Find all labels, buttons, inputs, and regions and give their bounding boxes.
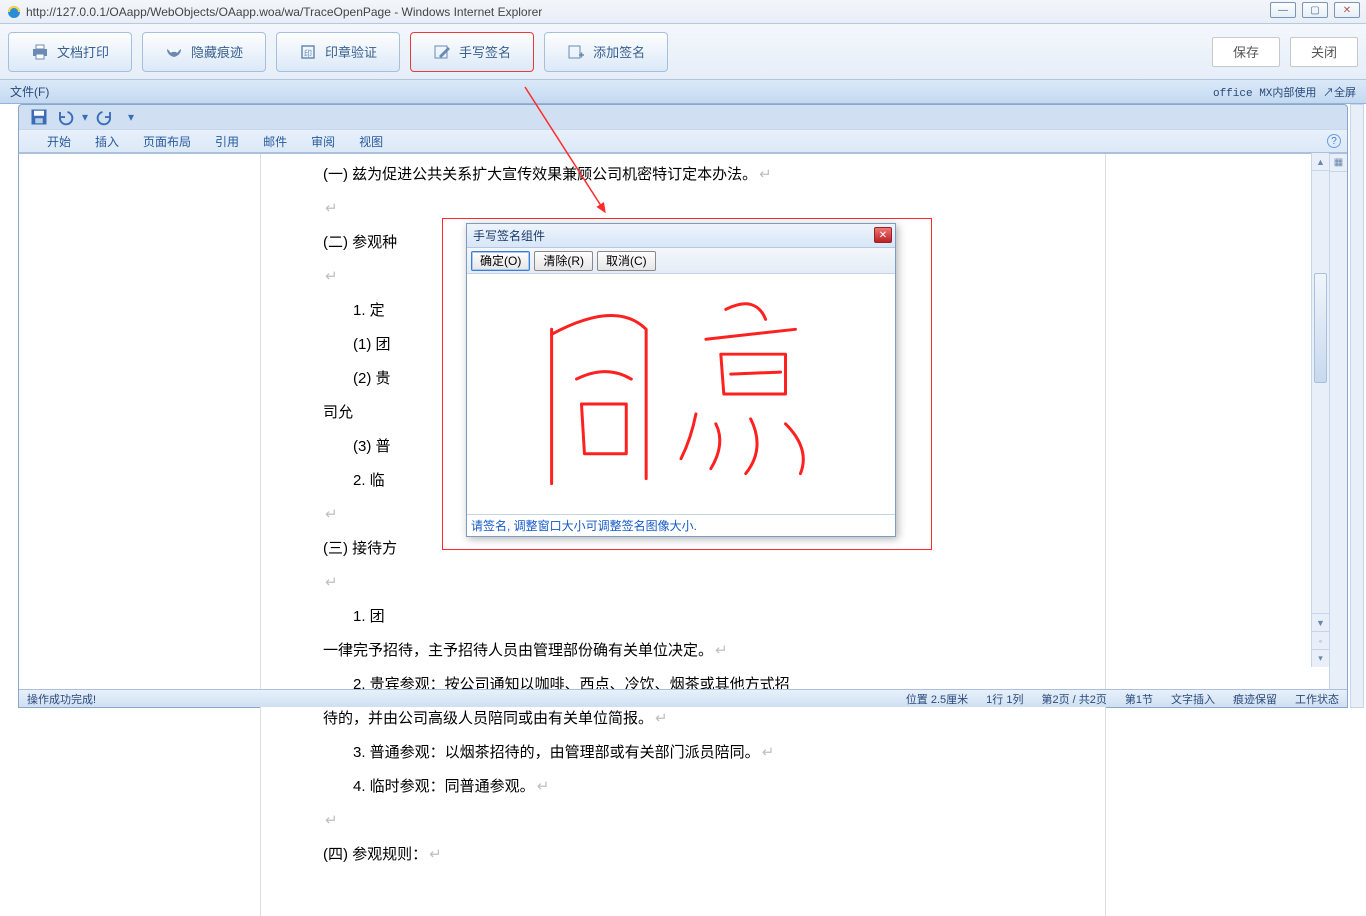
page-up-icon[interactable]: ◦ xyxy=(1312,631,1329,649)
ribbon-tab-review[interactable]: 审阅 xyxy=(299,130,347,152)
doc-line: (2) 贵 xyxy=(353,370,391,387)
ribbon-tab-home[interactable]: 开始 xyxy=(35,130,83,152)
add-sign-icon xyxy=(567,43,585,61)
hide-trace-button[interactable]: 隐藏痕迹 xyxy=(142,32,266,72)
ie-icon xyxy=(6,4,22,20)
doc-line: 司允 xyxy=(323,404,353,421)
redo-icon[interactable] xyxy=(95,108,115,126)
handwrite-dialog: 手写签名组件 ✕ 确定(O) 清除(R) 取消(C) xyxy=(466,223,896,537)
file-menu[interactable]: 文件(F) xyxy=(10,83,49,100)
doc-line: 1. 定 xyxy=(353,302,385,319)
close-button[interactable]: 关闭 xyxy=(1290,37,1358,67)
seal-icon: 印 xyxy=(299,43,317,61)
scroll-thumb[interactable] xyxy=(1314,273,1327,383)
doc-line: (1) 团 xyxy=(353,336,391,353)
ribbon-tab-insert[interactable]: 插入 xyxy=(83,130,131,152)
handwrite-sign-label: 手写签名 xyxy=(459,42,511,61)
dialog-ok-button[interactable]: 确定(O) xyxy=(471,251,530,271)
qat-overflow-icon[interactable]: ▾ xyxy=(121,108,141,126)
doc-line: (四) 参观规则： xyxy=(323,846,427,863)
doc-line: (三) 接待方 xyxy=(323,540,397,557)
ribbon-tab-layout[interactable]: 页面布局 xyxy=(131,130,203,152)
save-button[interactable]: 保存 xyxy=(1212,37,1280,67)
help-icon[interactable]: ? xyxy=(1327,134,1341,148)
dialog-clear-button[interactable]: 清除(R) xyxy=(534,251,593,271)
page-down-icon[interactable]: ▾ xyxy=(1312,649,1329,667)
ribbon-tab-view[interactable]: 视图 xyxy=(347,130,395,152)
ribbon-tabs: 开始 插入 页面布局 引用 邮件 审阅 视图 ? xyxy=(19,129,1347,153)
status-page: 第2页 / 共2页 xyxy=(1041,691,1106,707)
status-insertmode: 文字插入 xyxy=(1171,691,1215,707)
undo-dropdown-icon[interactable]: ▾ xyxy=(81,108,89,126)
para-mark-icon: ↵ xyxy=(759,166,772,183)
status-position: 位置 2.5厘米 xyxy=(906,691,968,707)
undo-icon[interactable] xyxy=(55,108,75,126)
ribbon-tab-mail[interactable]: 邮件 xyxy=(251,130,299,152)
ruler-toggle-icon[interactable]: ▦ xyxy=(1330,154,1347,172)
dialog-close-button[interactable]: ✕ xyxy=(874,227,892,243)
dialog-button-row: 确定(O) 清除(R) 取消(C) xyxy=(467,248,895,274)
hide-trace-label: 隐藏痕迹 xyxy=(191,42,243,61)
status-track: 痕迹保留 xyxy=(1233,691,1277,707)
scroll-down-icon[interactable]: ▼ xyxy=(1312,613,1329,631)
doc-line: (二) 参观种 xyxy=(323,234,397,251)
add-sign-label: 添加签名 xyxy=(593,42,645,61)
dialog-title-text: 手写签名组件 xyxy=(473,227,545,244)
doc-line: 1. 团 xyxy=(353,608,385,625)
scroll-up-icon[interactable]: ▲ xyxy=(1312,153,1329,171)
doc-line: 3. 普通参观：以烟茶招待的，由管理部或有关部门派员陪同。 xyxy=(353,744,760,761)
print-label: 文档打印 xyxy=(57,42,109,61)
save-icon[interactable] xyxy=(29,108,49,126)
status-rowcol: 1行 1列 xyxy=(986,691,1023,707)
quick-access-toolbar: ▾ ▾ xyxy=(19,105,1347,129)
browser-titlebar: http://127.0.0.1/OAapp/WebObjects/OAapp.… xyxy=(0,0,1366,24)
doc-line: 4. 临时参观：同普通参观。 xyxy=(353,778,535,795)
sub-menubar: 文件(F) office MX内部使用 ↗全屏 xyxy=(0,80,1366,104)
print-button[interactable]: 文档打印 xyxy=(8,32,132,72)
doc-line: 待的，并由公司高级人员陪同或由有关单位简报。 xyxy=(323,710,653,727)
printer-icon xyxy=(31,43,49,61)
status-workstate: 工作状态 xyxy=(1295,691,1339,707)
dialog-footer-link[interactable]: 请签名, 调整窗口大小可调整签名图像大小. xyxy=(471,517,697,534)
status-section: 第1节 xyxy=(1125,691,1153,707)
seal-verify-button[interactable]: 印 印章验证 xyxy=(276,32,400,72)
window-minimize-button[interactable]: — xyxy=(1270,2,1296,18)
dialog-titlebar[interactable]: 手写签名组件 ✕ xyxy=(467,224,895,248)
seal-verify-label: 印章验证 xyxy=(325,42,377,61)
doc-line: (3) 普 xyxy=(353,438,391,455)
doc-line: (一) 兹为促进公共关系扩大宣传效果兼顾公司机密特订定本办法。 xyxy=(323,166,757,183)
window-controls: — ▢ ✕ xyxy=(1270,2,1360,18)
status-message: 操作成功完成! xyxy=(27,691,96,707)
dialog-footer: 请签名, 调整窗口大小可调整签名图像大小. xyxy=(467,514,895,536)
doc-line: 2. 临 xyxy=(353,472,385,489)
document-scrollbar[interactable]: ▲ ▼ ◦ ▾ xyxy=(1311,153,1329,667)
right-tool-strip: ▦ xyxy=(1329,154,1347,689)
status-bar: 操作成功完成! 位置 2.5厘米 1行 1列 第2页 / 共2页 第1节 文字插… xyxy=(19,689,1347,707)
dialog-cancel-button[interactable]: 取消(C) xyxy=(597,251,656,271)
svg-text:印: 印 xyxy=(304,49,312,58)
sub-right-text[interactable]: office MX内部使用 ↗全屏 xyxy=(1213,84,1356,100)
handwrite-sign-button[interactable]: 手写签名 xyxy=(410,32,534,72)
doc-line: 一律完予招待，主予招待人员由管理部份确有关单位决定。 xyxy=(323,642,713,659)
edit-icon xyxy=(433,43,451,61)
main-toolbar: 文档打印 隐藏痕迹 印 印章验证 手写签名 添加签名 保存 关闭 xyxy=(0,24,1366,80)
add-sign-button[interactable]: 添加签名 xyxy=(544,32,668,72)
browser-scrollbar[interactable] xyxy=(1350,104,1364,708)
browser-title: http://127.0.0.1/OAapp/WebObjects/OAapp.… xyxy=(26,5,542,19)
window-close-button[interactable]: ✕ xyxy=(1334,2,1360,18)
mask-icon xyxy=(165,43,183,61)
window-maximize-button[interactable]: ▢ xyxy=(1302,2,1328,18)
ribbon-tab-reference[interactable]: 引用 xyxy=(203,130,251,152)
signature-canvas[interactable] xyxy=(467,274,895,514)
